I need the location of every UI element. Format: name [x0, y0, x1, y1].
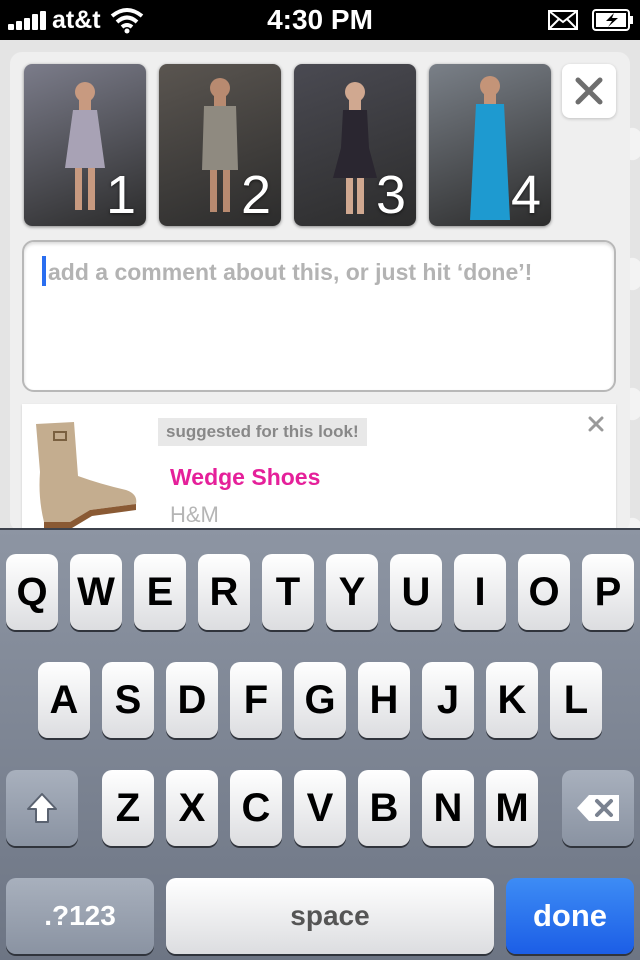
outfit-photo-3[interactable]: 3	[294, 64, 416, 226]
key-u[interactable]: U	[390, 554, 442, 630]
comment-input[interactable]	[48, 252, 608, 292]
status-bar: at&t 4:30 PM	[0, 0, 640, 40]
key-o[interactable]: O	[518, 554, 570, 630]
key-s[interactable]: S	[102, 662, 154, 738]
key-e[interactable]: E	[134, 554, 186, 630]
key-n[interactable]: N	[422, 770, 474, 846]
key-y[interactable]: Y	[326, 554, 378, 630]
outfit-photo-2[interactable]: 2	[159, 64, 281, 226]
close-icon	[575, 77, 603, 105]
backspace-icon	[577, 795, 619, 821]
key-v[interactable]: V	[294, 770, 346, 846]
shift-arrow-icon	[27, 793, 57, 823]
key-k[interactable]: K	[486, 662, 538, 738]
text-cursor	[42, 256, 46, 286]
dismiss-suggestion-button[interactable]	[584, 412, 608, 436]
photo-number: 4	[510, 165, 541, 225]
key-q[interactable]: Q	[6, 554, 58, 630]
wedge-boot-image	[36, 422, 137, 528]
close-icon	[588, 416, 604, 432]
key-a[interactable]: A	[38, 662, 90, 738]
key-r[interactable]: R	[198, 554, 250, 630]
suggestion-tag: suggested for this look!	[158, 418, 367, 446]
key-i[interactable]: I	[454, 554, 506, 630]
key-c[interactable]: C	[230, 770, 282, 846]
key-d[interactable]: D	[166, 662, 218, 738]
mail-icon	[548, 10, 578, 30]
shift-key[interactable]	[6, 770, 78, 846]
key-m[interactable]: M	[486, 770, 538, 846]
battery-icon	[592, 9, 633, 31]
key-h[interactable]: H	[358, 662, 410, 738]
key-x[interactable]: X	[166, 770, 218, 846]
outfit-photo-4[interactable]: 4	[429, 64, 551, 226]
product-brand: H&M	[170, 502, 219, 527]
key-l[interactable]: L	[550, 662, 602, 738]
key-j[interactable]: J	[422, 662, 474, 738]
backspace-key[interactable]	[562, 770, 634, 846]
photo-number: 3	[375, 165, 406, 225]
photo-number: 2	[240, 165, 271, 225]
key-w[interactable]: W	[70, 554, 122, 630]
close-button[interactable]	[562, 64, 616, 118]
outfit-photo-1[interactable]: 1	[24, 64, 146, 226]
key-b[interactable]: B	[358, 770, 410, 846]
space-key[interactable]: space	[166, 878, 494, 954]
done-key[interactable]: done	[506, 878, 634, 954]
comment-box[interactable]	[22, 240, 616, 392]
key-g[interactable]: G	[294, 662, 346, 738]
key-z[interactable]: Z	[102, 770, 154, 846]
photo-number: 1	[105, 165, 136, 225]
suggested-product-card[interactable]: suggested for this look! Wedge Shoes H&M	[22, 404, 616, 530]
clock: 4:30 PM	[267, 4, 373, 35]
numbers-key[interactable]: .?123	[6, 878, 154, 954]
product-name-link[interactable]: Wedge Shoes	[170, 464, 320, 491]
key-f[interactable]: F	[230, 662, 282, 738]
keyboard: Q W E R T Y U I O P A S D F G H J K L Z …	[0, 528, 640, 960]
key-p[interactable]: P	[582, 554, 634, 630]
key-t[interactable]: T	[262, 554, 314, 630]
